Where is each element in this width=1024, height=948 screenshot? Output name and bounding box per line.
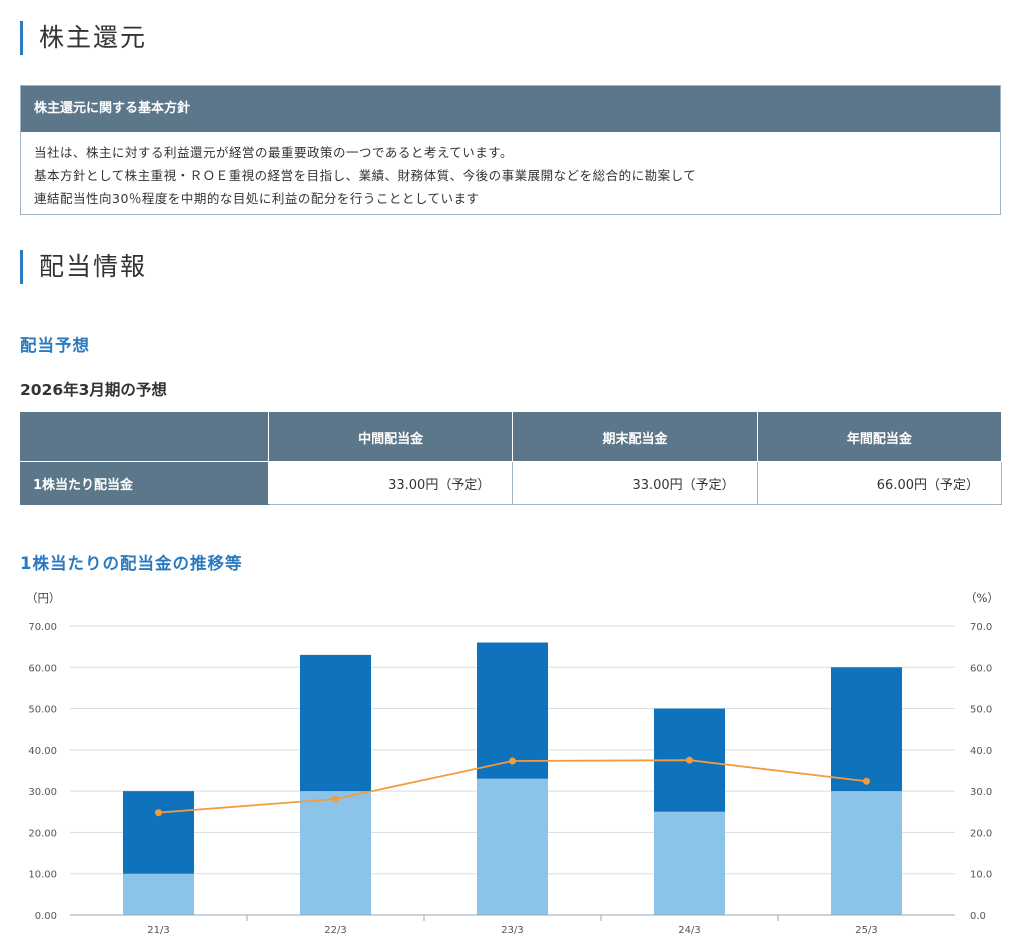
y-tick-label-right: 60.0 <box>970 663 992 674</box>
payout-ratio-point <box>332 795 339 803</box>
table-row: 1株当たり配当金 33.00円（予定） 33.00円（予定） 66.00円（予定… <box>20 461 1003 505</box>
forecast-title: 配当予想 <box>20 336 90 355</box>
value-year-end: 33.00円（予定） <box>512 461 758 505</box>
policy-line: 当社は、株主に対する利益還元が経営の最重要政策の一つであると考えています。 <box>34 145 514 160</box>
bar-interim <box>123 873 194 915</box>
y-tick-label-left: 20.00 <box>28 828 57 839</box>
payout-ratio-point <box>155 809 162 817</box>
value-annual: 66.00円（予定） <box>756 461 1003 505</box>
dividend-forecast-table: 中間配当金 期末配当金 年間配当金 1株当たり配当金 33.00円（予定） 33… <box>20 412 1003 505</box>
column-header-annual: 年間配当金 <box>756 412 1003 462</box>
table-header-row: 中間配当金 期末配当金 年間配当金 <box>20 412 1003 462</box>
value-interim: 33.00円（予定） <box>267 461 514 505</box>
left-axis-unit: （円） <box>26 591 61 605</box>
table-corner-cell <box>20 412 269 462</box>
x-tick-label: 22/3 <box>324 925 346 936</box>
bar-interim <box>654 811 725 915</box>
y-tick-label-right: 10.0 <box>970 870 992 881</box>
y-tick-label-left: 60.00 <box>28 663 57 674</box>
payout-ratio-point <box>509 757 516 765</box>
policy-line: 連結配当性向30％程度を中期的な目処に利益の配分を行うこととしています <box>34 191 480 206</box>
payout-ratio-point <box>686 756 693 764</box>
policy-body: 当社は、株主に対する利益還元が経営の最重要政策の一つであると考えています。 基本… <box>21 132 1000 210</box>
payout-ratio-point <box>863 777 870 785</box>
forecast-period: 2026年3月期の予想 <box>20 381 167 399</box>
y-tick-label-left: 40.00 <box>28 746 57 757</box>
bar-year-end <box>831 667 902 792</box>
section-title-dividend-info: 配当情報 <box>20 250 147 284</box>
section-title-return: 株主還元 <box>20 21 147 55</box>
bar-interim <box>831 791 902 915</box>
bar-interim <box>477 778 548 915</box>
y-tick-label-left: 50.00 <box>28 705 57 716</box>
y-tick-label-right: 50.0 <box>970 705 992 716</box>
y-tick-label-left: 70.00 <box>28 622 57 633</box>
right-axis-unit: （%） <box>965 591 999 605</box>
x-tick-label: 23/3 <box>501 925 523 936</box>
column-header-year-end: 期末配当金 <box>512 412 758 462</box>
y-tick-label-right: 30.0 <box>970 787 992 798</box>
x-tick-label: 24/3 <box>678 925 700 936</box>
y-tick-label-right: 40.0 <box>970 746 992 757</box>
y-tick-label-right: 0.0 <box>970 911 986 922</box>
column-header-interim: 中間配当金 <box>267 412 514 462</box>
policy-heading: 株主還元に関する基本方針 <box>21 86 1000 132</box>
y-tick-label-right: 70.0 <box>970 622 992 633</box>
chart-section-title: 1株当たりの配当金の推移等 <box>20 554 243 573</box>
bar-year-end <box>123 791 194 874</box>
dividend-trend-chart: 0.00 0.0 10.00 10.0 20.00 20.0 30.00 30.0 40.00 4… <box>26 591 999 936</box>
x-tick-label: 25/3 <box>855 925 877 936</box>
x-tick-label: 21/3 <box>147 925 169 936</box>
y-tick-label-left: 10.00 <box>28 870 57 881</box>
bar-interim <box>300 791 371 915</box>
y-tick-label-left: 0.00 <box>35 911 57 922</box>
row-header-per-share: 1株当たり配当金 <box>20 461 269 505</box>
bar-year-end <box>300 654 371 792</box>
y-tick-label-right: 20.0 <box>970 828 992 839</box>
policy-line: 基本方針として株主重視・ＲＯＥ重視の経営を目指し、業績、財務体質、今後の事業展開… <box>34 168 697 183</box>
policy-box: 株主還元に関する基本方針 当社は、株主に対する利益還元が経営の最重要政策の一つで… <box>20 85 1001 215</box>
y-tick-label-left: 30.00 <box>28 787 57 798</box>
